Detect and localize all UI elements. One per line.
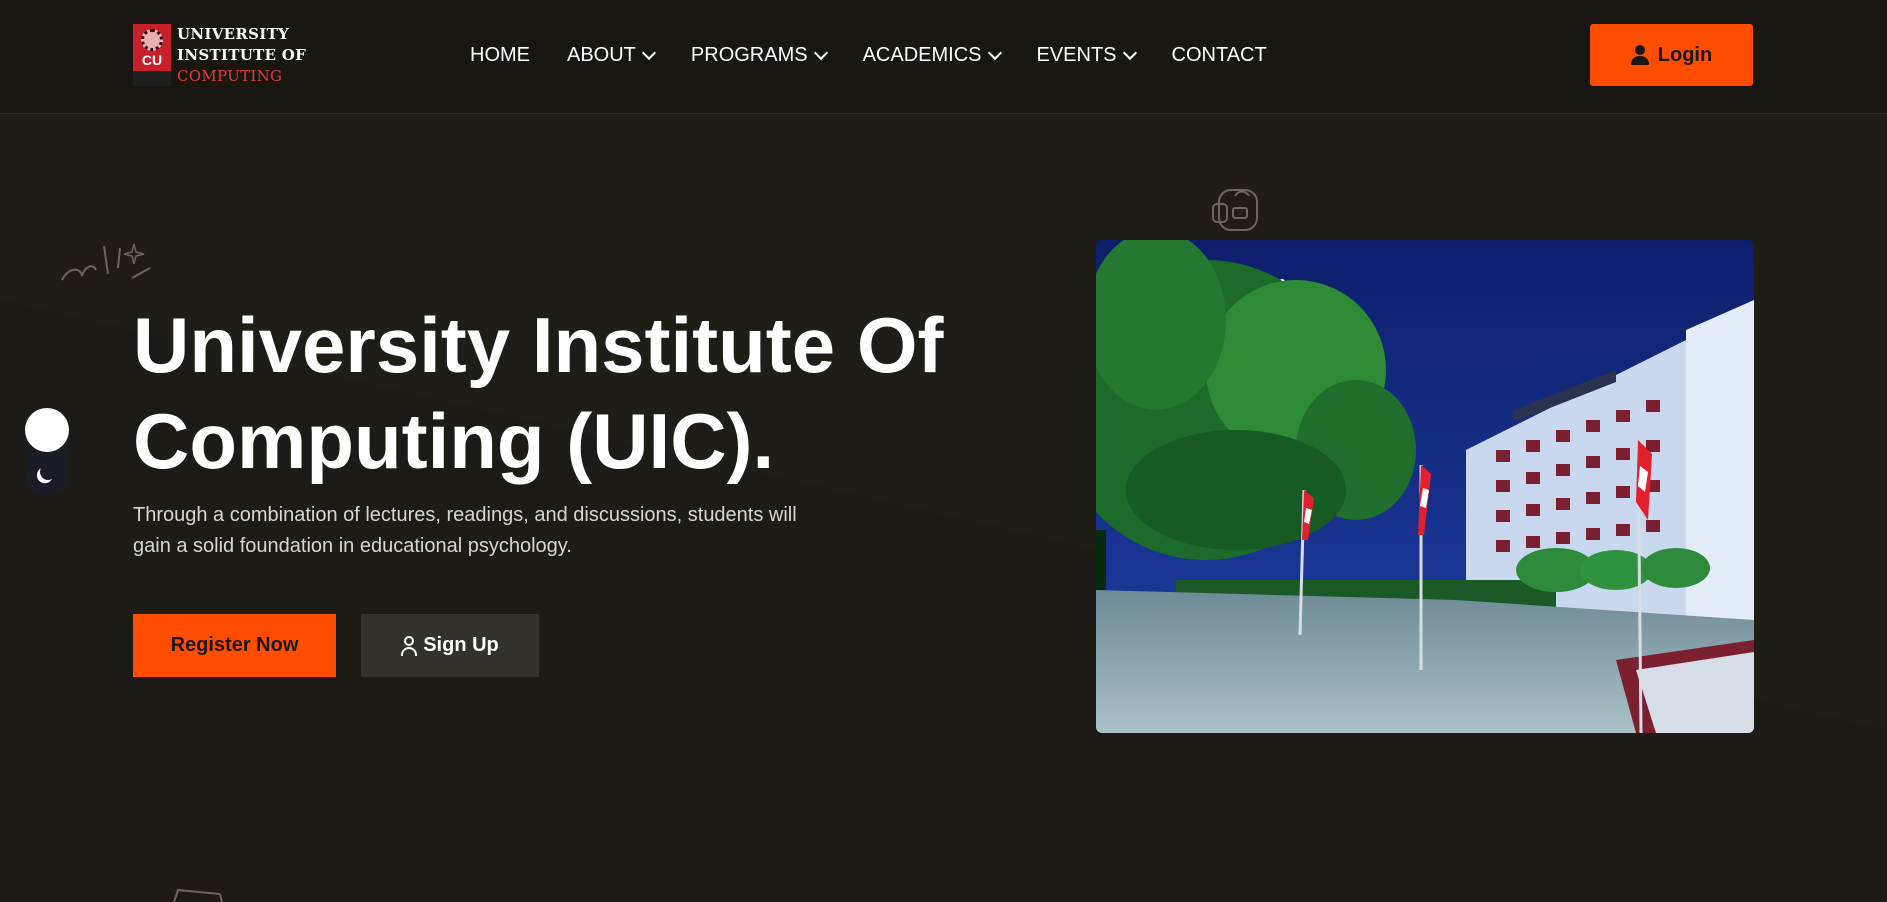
chevron-down-icon — [641, 45, 656, 60]
hero-title-line-2: Computing (UIC). — [133, 397, 775, 485]
sign-up-button[interactable]: Sign Up — [361, 614, 539, 677]
register-now-label: Register Now — [170, 634, 299, 656]
nav-home-label: HOME — [470, 43, 530, 66]
chevron-down-icon — [813, 45, 828, 60]
login-button-label: Login — [1657, 43, 1713, 66]
logo-line-3: COMPUTING — [177, 66, 283, 85]
backpack-icon — [1212, 189, 1258, 231]
main-nav: HOME ABOUT PROGRAMS ACADEMICS EVENTS CON… — [470, 40, 1304, 70]
nav-academics-label: ACADEMICS — [862, 43, 982, 66]
hero-subtitle-line-1: Through a combination of lectures, readi… — [133, 504, 797, 526]
logo-badge-text: CU — [141, 52, 163, 68]
cu-emblem-icon: CU — [133, 24, 171, 86]
campus-photo — [1096, 240, 1754, 733]
nav-programs-label: PROGRAMS — [690, 43, 808, 66]
hero-subtitle-line-2: gain a solid foundation in educational p… — [133, 535, 572, 557]
user-icon — [1630, 45, 1649, 65]
theme-toggle[interactable] — [25, 408, 69, 496]
logo-line-1: UNIVERSITY — [177, 24, 290, 43]
nav-academics[interactable]: ACADEMICS — [862, 43, 1002, 67]
nav-events-label: EVENTS — [1036, 43, 1117, 66]
site-header: CU UNIVERSITY INSTITUTE OF COMPUTING HOM… — [0, 0, 1887, 114]
register-now-button[interactable]: Register Now — [133, 614, 336, 677]
nav-contact[interactable]: CONTACT — [1172, 44, 1267, 67]
moon-icon — [38, 462, 59, 483]
logo-text: UNIVERSITY INSTITUTE OF COMPUTING — [177, 24, 306, 87]
user-icon — [401, 635, 418, 656]
nav-about[interactable]: ABOUT — [567, 43, 656, 67]
chevron-down-icon — [987, 45, 1002, 60]
hero-title: University Institute Of Computing (UIC). — [133, 297, 1033, 489]
login-button[interactable]: Login — [1590, 24, 1753, 86]
theme-toggle-knob — [25, 408, 69, 452]
hero-title-line-1: University Institute Of — [133, 301, 944, 389]
nav-events[interactable]: EVENTS — [1036, 43, 1137, 67]
doodle-sparkle-icon — [61, 243, 151, 281]
nav-contact-label: CONTACT — [1171, 43, 1267, 66]
nav-programs[interactable]: PROGRAMS — [690, 43, 828, 67]
site-logo[interactable]: CU UNIVERSITY INSTITUTE OF COMPUTING — [133, 24, 306, 86]
doodle-bottom-icon — [173, 888, 223, 902]
logo-line-2: INSTITUTE OF — [177, 45, 307, 64]
sign-up-label: Sign Up — [423, 634, 499, 656]
nav-home[interactable]: HOME — [470, 44, 530, 67]
hero-subtitle: Through a combination of lectures, readi… — [133, 500, 873, 562]
chevron-down-icon — [1122, 45, 1137, 60]
nav-about-label: ABOUT — [567, 43, 636, 66]
